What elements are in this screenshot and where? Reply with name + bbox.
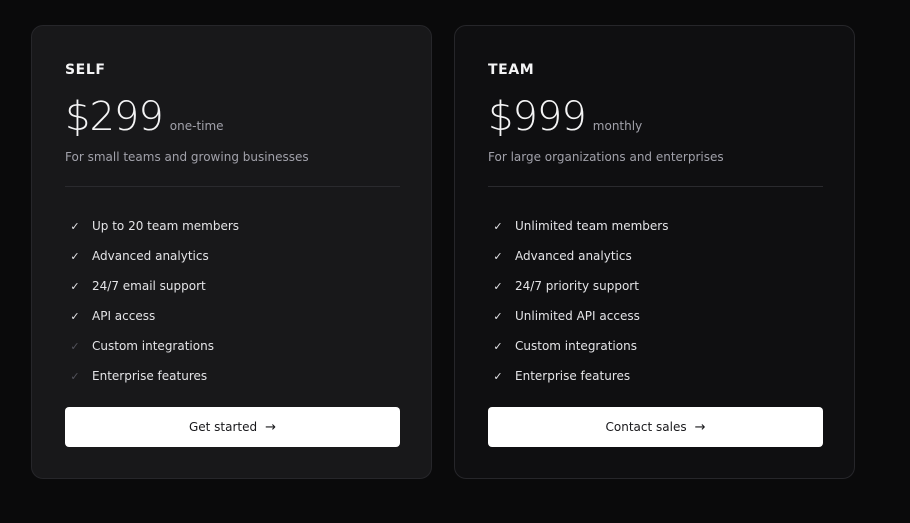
- button-label: Get started: [188, 420, 258, 434]
- pricing-card-self: SELF $299 one-time For small teams and g…: [31, 25, 432, 479]
- check-icon: ✓: [70, 369, 80, 383]
- feature-item: ✓ Unlimited team members: [488, 211, 669, 241]
- check-icon: ✓: [493, 339, 503, 353]
- feature-label: Unlimited team members: [515, 219, 669, 233]
- check-icon: ✓: [493, 249, 503, 263]
- feature-label: Custom integrations: [92, 339, 214, 353]
- check-icon: ✓: [70, 249, 80, 263]
- plan-period: one-time: [169, 119, 224, 133]
- plan-period: monthly: [592, 119, 643, 133]
- feature-item: ✓ API access: [65, 301, 239, 331]
- divider: [65, 186, 400, 187]
- feature-label: 24/7 email support: [92, 279, 206, 293]
- feature-item: ✓ Advanced analytics: [488, 241, 669, 271]
- price-row: $299 one-time: [65, 94, 224, 140]
- check-icon: ✓: [493, 279, 503, 293]
- feature-item: ✓ Up to 20 team members: [65, 211, 239, 241]
- feature-label: Enterprise features: [92, 369, 208, 383]
- plan-price: $299: [65, 94, 164, 140]
- check-icon: ✓: [70, 309, 80, 323]
- button-label: Contact sales: [605, 420, 687, 434]
- feature-label: Advanced analytics: [92, 249, 209, 263]
- feature-item: ✓ Enterprise features: [488, 361, 669, 391]
- check-icon: ✓: [493, 369, 503, 383]
- feature-item: ✓ Custom integrations: [65, 331, 239, 361]
- feature-label: Up to 20 team members: [92, 219, 240, 233]
- plan-description: For large organizations and enterprises: [488, 150, 724, 164]
- feature-label: Unlimited API access: [515, 309, 640, 323]
- divider: [488, 186, 823, 187]
- feature-item: ✓ Enterprise features: [65, 361, 239, 391]
- check-icon: ✓: [70, 219, 80, 233]
- plan-name: SELF: [65, 62, 106, 78]
- feature-list: ✓ Up to 20 team members ✓ Advanced analy…: [65, 211, 239, 391]
- feature-item: ✓ Custom integrations: [488, 331, 669, 361]
- feature-label: Advanced analytics: [515, 249, 632, 263]
- get-started-button[interactable]: Get started →: [65, 407, 400, 447]
- arrow-right-icon: →: [694, 419, 706, 435]
- check-icon: ✓: [493, 309, 503, 323]
- feature-label: Enterprise features: [515, 369, 631, 383]
- feature-item: ✓ Advanced analytics: [65, 241, 239, 271]
- plan-price: $999: [488, 94, 587, 140]
- feature-list: ✓ Unlimited team members ✓ Advanced anal…: [488, 211, 669, 391]
- price-row: $999 monthly: [488, 94, 642, 140]
- contact-sales-button[interactable]: Contact sales →: [488, 407, 823, 447]
- feature-item: ✓ 24/7 priority support: [488, 271, 669, 301]
- plan-description: For small teams and growing businesses: [65, 150, 309, 164]
- feature-item: ✓ 24/7 email support: [65, 271, 239, 301]
- feature-item: ✓ Unlimited API access: [488, 301, 669, 331]
- feature-label: Custom integrations: [515, 339, 637, 353]
- feature-label: 24/7 priority support: [515, 279, 639, 293]
- pricing-card-team: TEAM $999 monthly For large organization…: [454, 25, 855, 479]
- check-icon: ✓: [493, 219, 503, 233]
- plan-name: TEAM: [488, 62, 535, 78]
- check-icon: ✓: [70, 279, 80, 293]
- arrow-right-icon: →: [265, 419, 277, 435]
- check-icon: ✓: [70, 339, 80, 353]
- feature-label: API access: [92, 309, 156, 323]
